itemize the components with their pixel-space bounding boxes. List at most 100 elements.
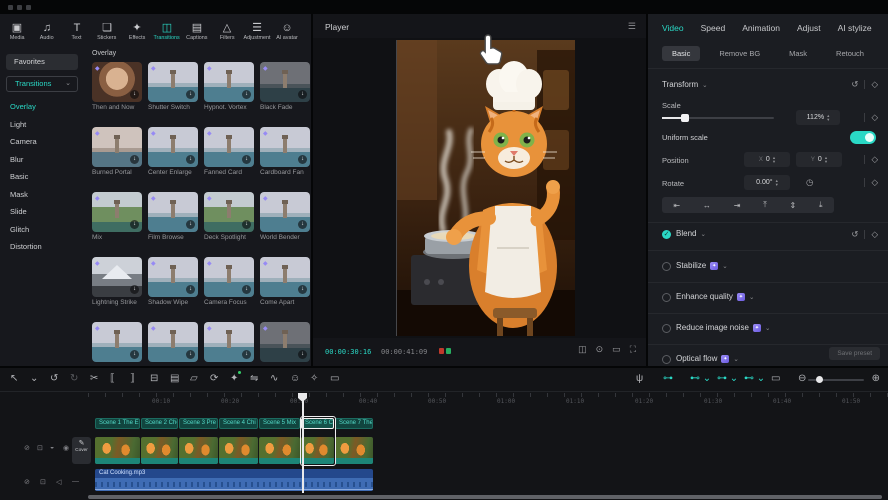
sidebar-item-light[interactable]: Light xyxy=(10,120,26,129)
align-left-icon[interactable]: ⇤ xyxy=(673,201,680,210)
video-clip-scene-7[interactable] xyxy=(335,437,373,464)
nav-item-effects[interactable]: ✦Effects xyxy=(122,22,152,41)
tab-speed[interactable]: Speed xyxy=(701,23,726,33)
timeline-zoom-slider[interactable] xyxy=(808,379,864,381)
loop-icon[interactable]: ⟳ xyxy=(210,373,218,384)
delete-icon[interactable]: ⊟ xyxy=(150,373,158,384)
rotate-input[interactable]: 0.00° ▴▾ xyxy=(744,175,790,190)
transition-card-film-browse[interactable]: ◆↓Film Browse xyxy=(148,192,198,241)
video-clip-scene-4[interactable] xyxy=(219,437,258,464)
download-icon[interactable]: ↓ xyxy=(298,90,307,99)
text-clip-scene-3[interactable]: Scene 3 Pre xyxy=(179,418,218,429)
comment-track-icon[interactable]: ◒ xyxy=(50,444,54,451)
transition-card[interactable]: ◆↓ xyxy=(92,322,142,362)
transition-card-come-apart[interactable]: ◆↓Come Apart xyxy=(260,257,310,306)
redo-icon[interactable]: ↻ xyxy=(70,373,78,384)
smart-tool-icon[interactable]: ✦ xyxy=(230,373,238,384)
sidebar-item-camera[interactable]: Camera xyxy=(10,137,37,146)
trim-right-icon[interactable]: ⟧ xyxy=(130,373,135,384)
sidebar-item-slide[interactable]: Slide xyxy=(10,207,27,216)
nav-item-transitions[interactable]: ◫Transitions xyxy=(152,22,182,41)
text-clip-scene-1[interactable]: Scene 1 The E xyxy=(95,418,140,429)
avatar-tool-icon[interactable]: ☺ xyxy=(290,373,300,384)
preview-canvas[interactable] xyxy=(313,38,646,338)
lock-track-icon[interactable]: ⊡ xyxy=(40,478,46,486)
timeline-ruler[interactable]: 00:1000:2000:3000:4000:5001:0001:1001:20… xyxy=(88,393,888,411)
download-icon[interactable]: ↓ xyxy=(186,285,195,294)
auto-cut-toggle-icon[interactable]: ⊶ xyxy=(663,373,673,384)
crop-icon[interactable]: ▱ xyxy=(190,373,198,384)
nav-item-media[interactable]: ▣Media xyxy=(2,22,32,41)
ratio-icon[interactable]: ◫ xyxy=(578,344,587,355)
window-control-icon[interactable] xyxy=(17,5,22,10)
video-clip-scene-1[interactable] xyxy=(95,437,140,464)
keyframe-icon[interactable]: ◇ xyxy=(871,177,878,188)
mic-icon[interactable]: ψ xyxy=(636,373,643,384)
video-clip-scene-5[interactable] xyxy=(259,437,300,464)
mute-track-icon[interactable]: ⊘ xyxy=(24,478,30,486)
keyframe-icon[interactable]: ◇ xyxy=(871,112,878,123)
align-top-icon[interactable]: ⤒ xyxy=(763,200,767,210)
transition-card-hypnot-vortex[interactable]: ◆↓Hypnot. Vortex xyxy=(204,62,254,111)
transition-card[interactable]: ◆↓ xyxy=(148,322,198,362)
blend-checkbox[interactable]: ✓ xyxy=(662,230,671,239)
subtab-retouch[interactable]: Retouch xyxy=(826,46,874,61)
transition-card-shutter-switch[interactable]: ◆↓Shutter Switch xyxy=(148,62,198,111)
view-options-icon[interactable]: ▭ xyxy=(771,373,780,384)
uniform-scale-toggle[interactable] xyxy=(850,131,876,144)
zoom-slider-thumb[interactable] xyxy=(816,376,823,383)
transition-card-world-bender[interactable]: ◆↓World Bender xyxy=(260,192,310,241)
sidebar-item-distortion[interactable]: Distortion xyxy=(10,242,42,251)
nav-item-adjustment[interactable]: ☰Adjustment xyxy=(242,22,272,41)
transition-card-mix[interactable]: ◆↓Mix xyxy=(92,192,142,241)
nav-item-stickers[interactable]: ❏Stickers xyxy=(92,22,122,41)
text-clip-scene-5[interactable]: Scene 5 Mix xyxy=(259,418,300,429)
align-bottom-icon[interactable]: ⤓ xyxy=(819,200,823,210)
download-icon[interactable]: ↓ xyxy=(242,350,251,359)
rotate-dial-icon[interactable]: ◷ xyxy=(806,177,813,188)
video-clip-scene-6[interactable] xyxy=(301,437,334,464)
stepper-icon[interactable]: ▴▾ xyxy=(825,156,827,164)
text-clip-scene-4[interactable]: Scene 4 Chi xyxy=(219,418,258,429)
sidebar-item-blur[interactable]: Blur xyxy=(10,155,23,164)
sidebar-item-basic[interactable]: Basic xyxy=(10,172,28,181)
download-icon[interactable]: ↓ xyxy=(186,155,195,164)
nav-item-captions[interactable]: ▤Captions xyxy=(182,22,212,41)
select-tool-icon[interactable]: ↖ xyxy=(10,373,18,384)
checkbox-stabilize[interactable] xyxy=(662,262,671,271)
transition-card-burned-portal[interactable]: ◆↓Burned Portal xyxy=(92,127,142,176)
stepper-icon[interactable]: ▴▾ xyxy=(776,179,778,187)
nav-item-audio[interactable]: ♫Audio xyxy=(32,22,62,41)
save-preset-button[interactable]: Save preset xyxy=(829,347,880,360)
split-icon[interactable]: ✂ xyxy=(90,373,98,384)
transition-card-then-and-now[interactable]: ◆↓Then and Now xyxy=(92,62,142,111)
quality-icon[interactable]: ▭ xyxy=(612,344,621,355)
align-center-h-icon[interactable]: ↔ xyxy=(703,201,711,210)
transition-card-shadow-wipe[interactable]: ◆↓Shadow Wipe xyxy=(148,257,198,306)
keyframe-icon[interactable]: ◇ xyxy=(871,79,878,90)
download-icon[interactable]: ↓ xyxy=(298,350,307,359)
download-icon[interactable]: ↓ xyxy=(130,220,139,229)
download-icon[interactable]: ↓ xyxy=(242,285,251,294)
tab-video[interactable]: Video xyxy=(662,23,684,33)
download-icon[interactable]: ↓ xyxy=(130,90,139,99)
lock-track-icon[interactable]: ⊡ xyxy=(37,444,43,452)
scale-value-input[interactable]: 112% ▴▾ xyxy=(796,110,840,125)
tab-ai-stylize[interactable]: AI stylize xyxy=(838,23,872,33)
speaker-track-icon[interactable]: ◁ xyxy=(56,478,61,486)
video-clip-scene-3[interactable] xyxy=(179,437,218,464)
sidebar-item-overlay[interactable]: Overlay xyxy=(10,102,36,111)
window-control-icon[interactable] xyxy=(26,5,31,10)
effect-wand-icon[interactable]: ✧ xyxy=(310,373,318,384)
download-icon[interactable]: ↓ xyxy=(186,90,195,99)
hide-track-icon[interactable]: ◉ xyxy=(63,444,69,452)
transition-card[interactable]: ◆↓ xyxy=(204,322,254,362)
position-y-input[interactable]: Y 0 ▴▾ xyxy=(796,152,842,167)
transition-card-deck-spotlight[interactable]: ◆↓Deck Spotlight xyxy=(204,192,254,241)
more-track-icon[interactable]: — xyxy=(72,478,79,485)
download-icon[interactable]: ↓ xyxy=(130,350,139,359)
stepper-icon[interactable]: ▴▾ xyxy=(773,156,775,164)
reset-icon[interactable]: ↺ xyxy=(851,229,858,240)
transform-section-title[interactable]: Transform⌄ xyxy=(662,80,708,89)
fullscreen-icon[interactable]: ⛶ xyxy=(630,344,636,355)
